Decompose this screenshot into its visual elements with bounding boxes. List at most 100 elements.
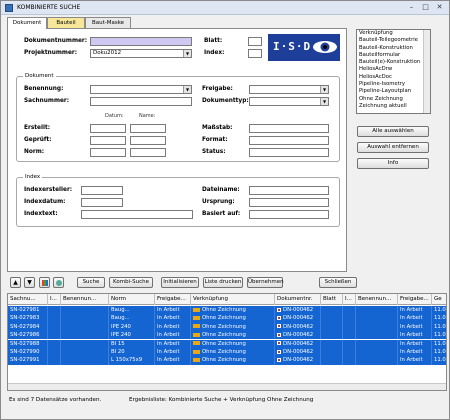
table-cell: SN-027991 [8, 356, 48, 365]
schliessen-button[interactable]: Schließen [319, 277, 357, 288]
table-row[interactable]: SN-027990 BI 20 In Arbeit Ohne Zeichnung DN-… [8, 348, 446, 357]
horizontal-scrollbar[interactable] [8, 383, 446, 390]
list-item[interactable]: Pipeline-Isometry [357, 81, 430, 88]
dokumentnummer-input[interactable] [90, 37, 192, 46]
col-header[interactable]: Benennun... [356, 294, 398, 305]
table-cell [61, 348, 109, 357]
geprueft-name-input[interactable] [130, 136, 166, 145]
cell-text: Ohne Zeichnung [202, 315, 246, 322]
down-arrow-icon[interactable]: ▼ [24, 277, 35, 288]
col-header[interactable]: Dokumentnr. [275, 294, 321, 305]
norm-input-1[interactable] [90, 148, 126, 157]
table-cell [48, 356, 61, 365]
list-item[interactable]: Bauteil-Konstruktion [357, 45, 430, 52]
close-button[interactable]: ✕ [433, 3, 446, 13]
indexdatum-input[interactable] [81, 198, 123, 207]
kombi-suche-button[interactable]: Kombi-Suche [109, 277, 153, 288]
table-cell: DN-000462 [275, 322, 321, 332]
col-header[interactable]: Sachnu... [8, 294, 48, 305]
benennung-label: Benennung: [24, 86, 64, 92]
col-header[interactable]: Norm [109, 294, 155, 305]
col-header[interactable]: Blatt [321, 294, 343, 305]
dateiname-input[interactable] [249, 186, 329, 195]
table-row[interactable]: SN-027983 Baug... In Arbeit Ohne Zeichnung D… [8, 314, 446, 323]
col-header[interactable]: Ge [432, 294, 446, 305]
color-palette-icon[interactable] [39, 277, 50, 288]
minimize-button[interactable]: – [405, 3, 418, 13]
col-header[interactable]: I... [343, 294, 356, 305]
list-scrollbar[interactable] [423, 30, 430, 113]
indextext-input[interactable] [81, 210, 193, 219]
table-cell: DN-000462 [275, 356, 321, 365]
chevron-down-icon[interactable]: ▼ [183, 86, 191, 93]
table-row[interactable]: SN-027984 IPE 240 In Arbeit Ohne Zeichnung D… [8, 322, 446, 332]
document-icon [277, 349, 281, 354]
indexersteller-input[interactable] [81, 186, 123, 195]
maximize-button[interactable]: □ [419, 3, 432, 13]
suche-button[interactable]: Suche [77, 277, 105, 288]
initialisieren-button[interactable]: Initialisieren [161, 277, 199, 288]
col-header[interactable]: I... [48, 294, 61, 305]
erstellt-name-input[interactable] [130, 124, 166, 133]
list-item[interactable]: Ohne Zeichnung [357, 96, 430, 103]
dokumenttyp-select[interactable]: ▼ [249, 97, 329, 106]
list-item[interactable]: HeliosAcDoc [357, 74, 430, 81]
table-cell: In Arbeit [155, 322, 191, 332]
format-input[interactable] [249, 136, 329, 145]
list-item[interactable]: Verknüpfung [357, 30, 430, 37]
chevron-down-icon[interactable]: ▼ [183, 50, 191, 57]
cell-text: In Arbeit [400, 349, 423, 355]
uebernehmen-button[interactable]: Übernehmen [247, 277, 284, 288]
link-icon [193, 315, 200, 320]
list-item[interactable]: Bauteil-Teilegeometrie [357, 37, 430, 44]
massstab-input[interactable] [249, 124, 329, 133]
select-all-button[interactable]: Alle auswählen [357, 126, 429, 137]
tab-baut-maske[interactable]: Baut-Maske [85, 17, 131, 28]
table-row[interactable]: SN-027986 IPE 240 In Arbeit Ohne Zeichnung D… [8, 331, 446, 340]
table-cell [321, 322, 343, 332]
info-button[interactable]: Info [357, 158, 429, 169]
list-item[interactable]: Bauteilformular [357, 52, 430, 59]
ursprung-input[interactable] [249, 198, 329, 207]
liste-drucken-button[interactable]: Liste drucken [203, 277, 243, 288]
app-icon [5, 4, 13, 12]
table-row[interactable]: SN-027981 Baug... In Arbeit Ohne Zeichnung D… [8, 306, 446, 315]
basiert-auf-input[interactable] [249, 210, 329, 219]
col-header[interactable]: Benennun... [61, 294, 109, 305]
table-cell: SN-027981 [8, 306, 48, 315]
cell-text: Ohne Zeichnung [202, 323, 246, 330]
settings-icon[interactable] [53, 277, 64, 288]
norm-input-2[interactable] [130, 148, 166, 157]
geprueft-datum-input[interactable] [90, 136, 126, 145]
col-header[interactable]: Freigabe... [155, 294, 191, 305]
tab-bauteil[interactable]: Bauteil [47, 17, 85, 28]
erstellt-label: Erstellt: [24, 125, 51, 131]
col-header[interactable]: Freigabe... [398, 294, 432, 305]
list-item[interactable]: Bauteil(e)-Konstruktion [357, 59, 430, 66]
list-item[interactable]: Pipeline-Layoutplan [357, 88, 430, 95]
benennung-select[interactable]: ▼ [90, 85, 192, 94]
remove-selection-button[interactable]: Auswahl entfernen [357, 142, 429, 153]
table-cell [48, 322, 61, 332]
index-input[interactable] [248, 49, 262, 58]
tab-dokument[interactable]: Dokument [7, 17, 47, 29]
list-item[interactable]: HeliosAcDrw [357, 66, 430, 73]
col-header[interactable]: Verknüpfung [191, 294, 275, 305]
table-cell: L 150x75x9 [109, 356, 155, 365]
table-row[interactable]: SN-027988 BI 15 In Arbeit Ohne Zeichnung DN-… [8, 339, 446, 348]
chevron-down-icon[interactable]: ▼ [320, 86, 328, 93]
table-cell: SN-027983 [8, 314, 48, 323]
table-row[interactable]: SN-027991 L 150x75x9 In Arbeit Ohne Zeichnu… [8, 356, 446, 365]
chevron-down-icon[interactable]: ▼ [320, 98, 328, 105]
projektnummer-select[interactable]: Doku2012 ▼ [90, 49, 192, 58]
sachnummer-input[interactable] [90, 97, 192, 106]
search-type-list[interactable]: Verknüpfung Bauteil-Teilegeometrie Baute… [356, 29, 431, 114]
table-cell: In Arbeit [155, 314, 191, 323]
cell-text: Baug... [111, 307, 130, 313]
blatt-input[interactable] [248, 37, 262, 46]
list-item[interactable]: Zeichnung aktuell [357, 103, 430, 110]
status-input[interactable] [249, 148, 329, 157]
erstellt-datum-input[interactable] [90, 124, 126, 133]
up-arrow-icon[interactable]: ▲ [10, 277, 21, 288]
freigabe-select[interactable]: ▼ [249, 85, 329, 94]
